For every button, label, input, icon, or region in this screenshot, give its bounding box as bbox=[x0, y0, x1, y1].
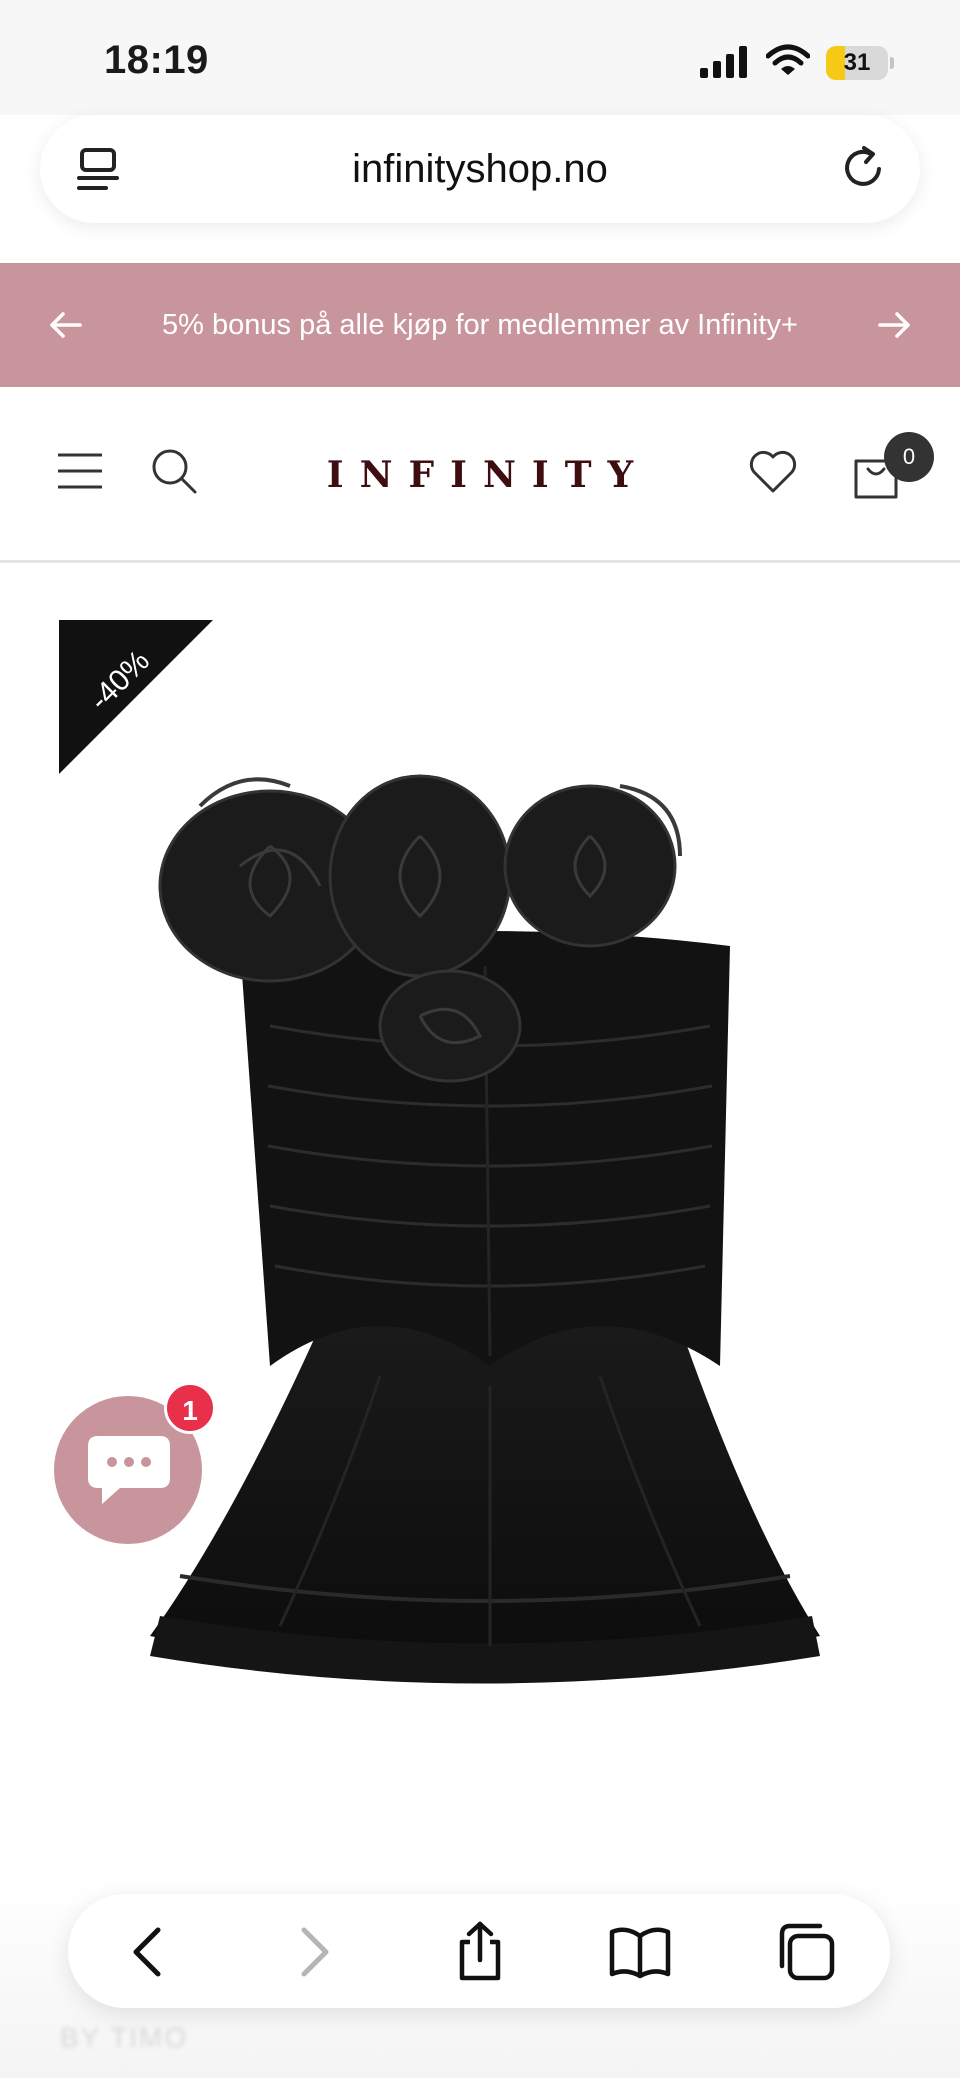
status-time: 18:19 bbox=[104, 38, 209, 82]
url-bar[interactable]: infinityshop.no bbox=[40, 115, 920, 223]
announcement-bar: 5% bonus på alle kjøp for medlemmer av I… bbox=[0, 263, 960, 387]
battery-level: 31 bbox=[843, 49, 871, 76]
chat-unread-badge[interactable]: 1 bbox=[164, 1382, 216, 1434]
site-logo[interactable]: INFINITY bbox=[0, 387, 960, 563]
wifi-icon bbox=[766, 44, 810, 75]
chat-bubble-icon[interactable] bbox=[84, 1432, 174, 1510]
announcement-text[interactable]: 5% bonus på alle kjøp for medlemmer av I… bbox=[100, 263, 860, 387]
signal-icon bbox=[700, 46, 747, 78]
back-icon[interactable] bbox=[118, 1920, 182, 1984]
discount-badge: -40% bbox=[59, 620, 213, 774]
status-bar: 18:19 31 bbox=[0, 0, 960, 115]
share-icon[interactable] bbox=[448, 1920, 512, 1984]
heart-icon[interactable] bbox=[748, 449, 798, 495]
tabs-icon[interactable] bbox=[774, 1920, 838, 1984]
arrow-right-icon[interactable] bbox=[876, 305, 912, 345]
arrow-left-icon[interactable] bbox=[48, 305, 84, 345]
page-menu-icon[interactable] bbox=[76, 147, 120, 193]
battery-icon: 31 bbox=[826, 46, 894, 80]
bookmarks-icon[interactable] bbox=[608, 1920, 672, 1984]
below-fold-text: BY TIMO bbox=[60, 2022, 189, 2053]
reload-icon[interactable] bbox=[840, 145, 886, 191]
product-gallery[interactable]: -40% bbox=[0, 566, 960, 2078]
cart-count-badge[interactable]: 0 bbox=[884, 432, 934, 482]
site-header: INFINITY 0 bbox=[0, 387, 960, 563]
forward-icon[interactable] bbox=[280, 1920, 344, 1984]
browser-toolbar bbox=[68, 1894, 890, 2008]
product-image[interactable] bbox=[120, 766, 840, 1686]
url-text[interactable]: infinityshop.no bbox=[160, 115, 800, 223]
